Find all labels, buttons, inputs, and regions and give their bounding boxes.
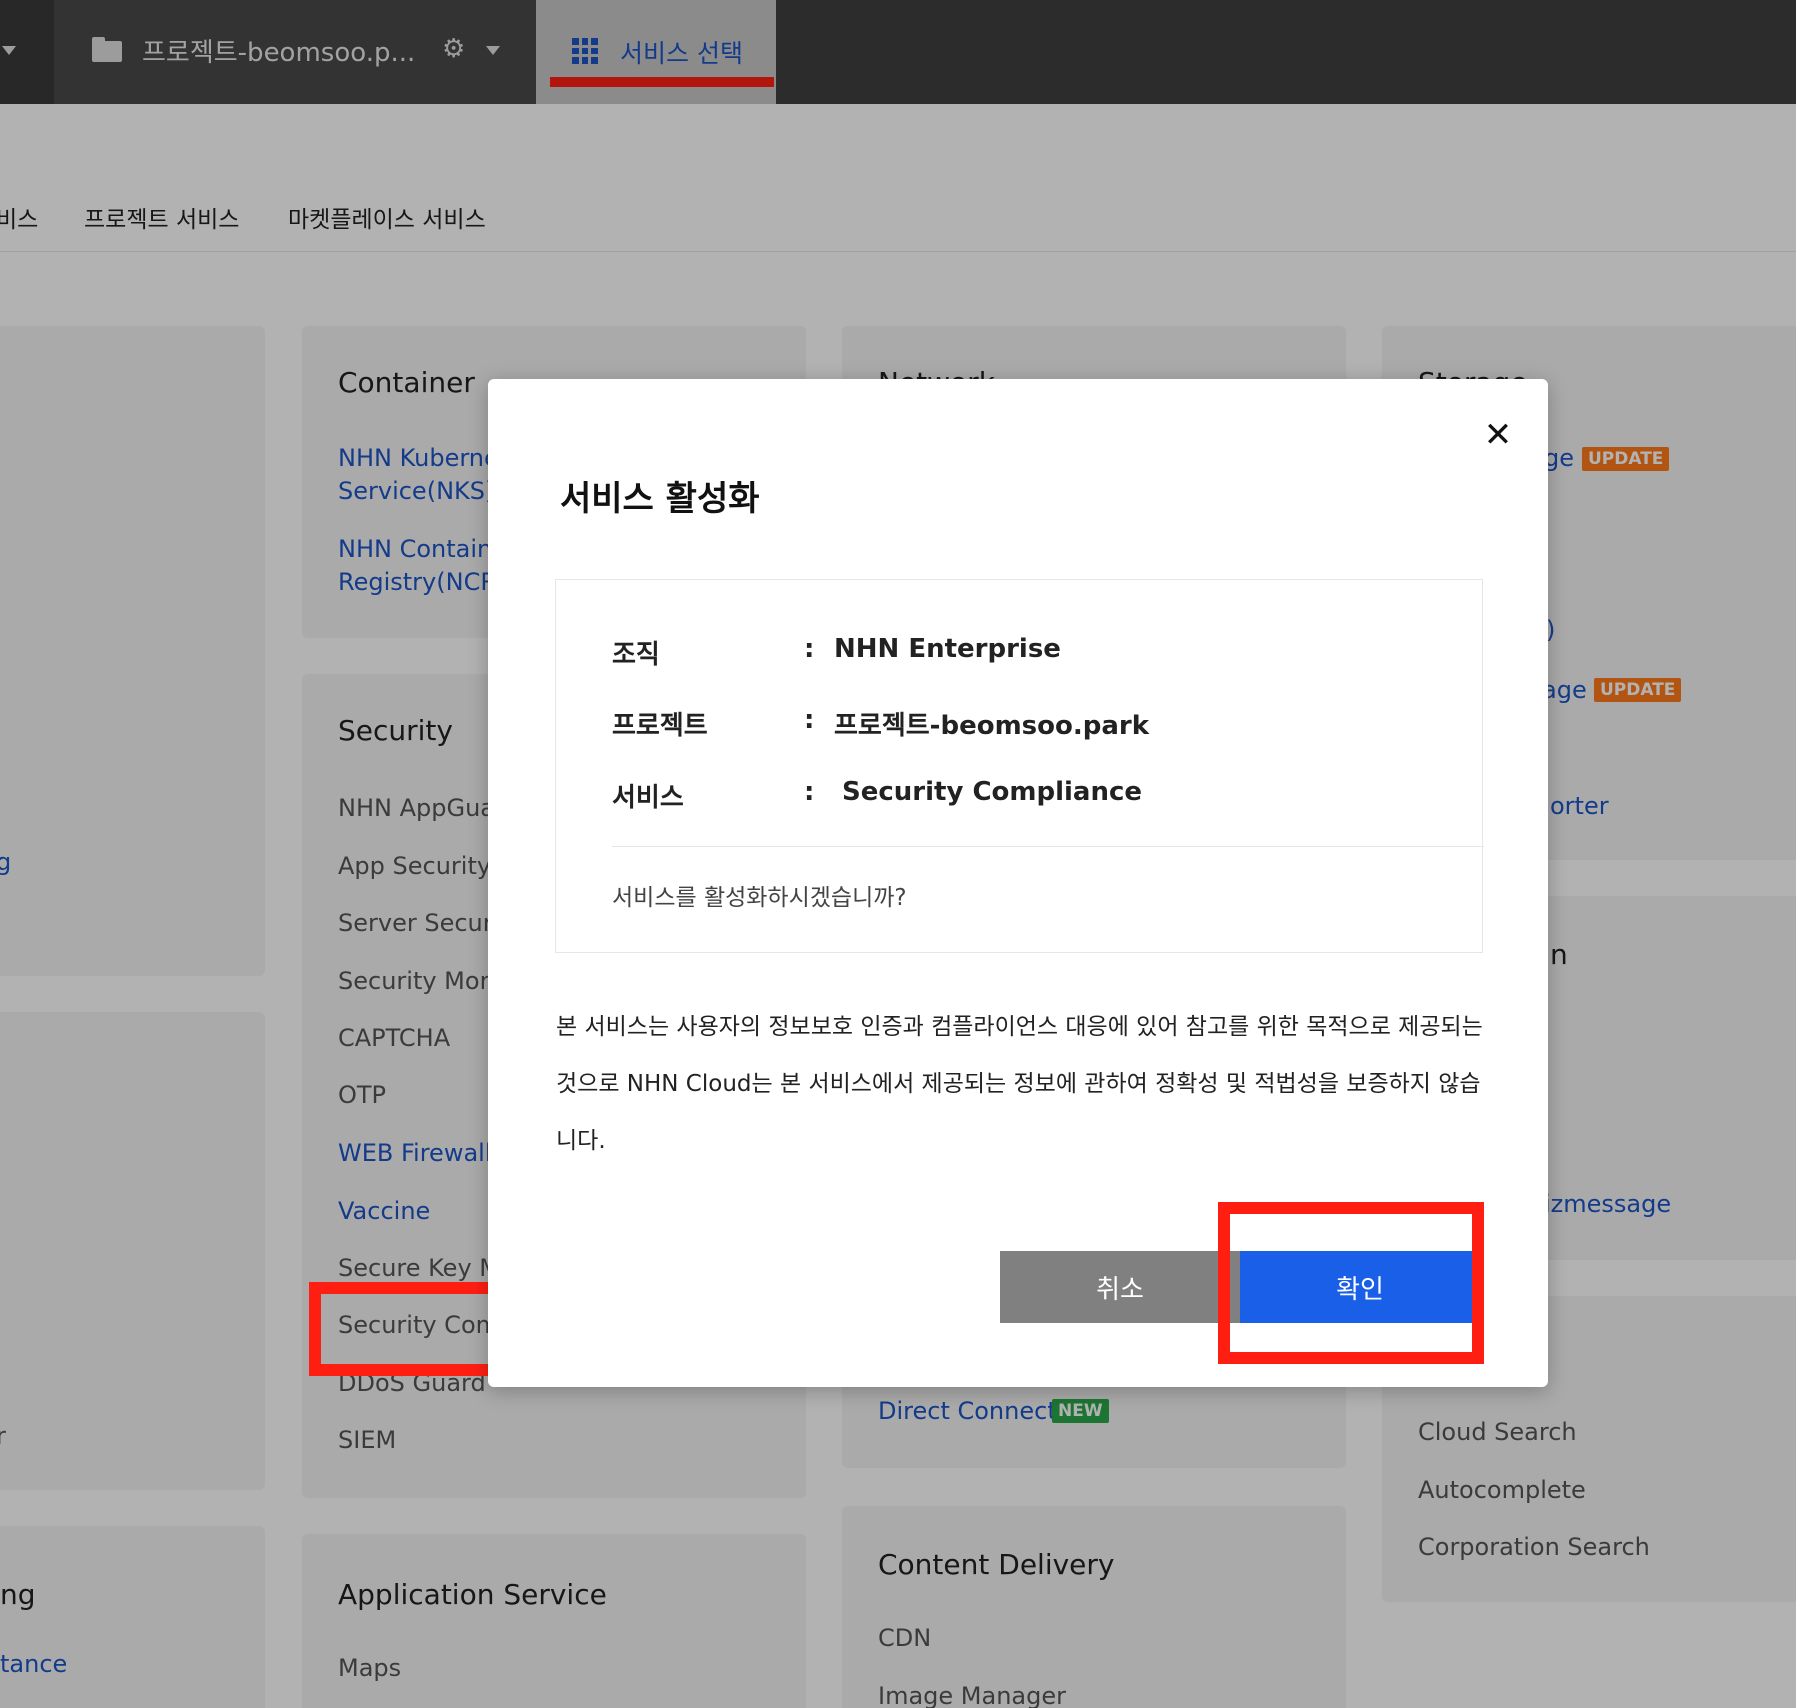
info-label: 프로젝트 (612, 711, 708, 741)
divider (612, 846, 1484, 847)
info-value: Security Compliance (842, 777, 1143, 807)
service-info-box: 조직 : NHN Enterprise 프로젝트 : 프로젝트-beomsoo.… (555, 579, 1484, 953)
disclaimer-text: 본 서비스는 사용자의 정보보호 인증과 컴플라이언스 대응에 있어 참고를 위… (556, 1014, 1483, 1154)
info-colon: : (804, 705, 815, 735)
dialog-title: 서비스 활성화 (560, 479, 760, 519)
info-label: 조직 (612, 640, 660, 670)
info-label: 서비스 (612, 783, 684, 813)
info-row-project: 프로젝트 : 프로젝트-beomsoo.park (612, 705, 1472, 745)
confirm-question: 서비스를 활성화하시겠습니까? (612, 885, 907, 911)
cancel-button[interactable]: 취소 (1000, 1251, 1240, 1323)
info-row-organization: 조직 : NHN Enterprise (612, 634, 1472, 674)
highlight-box-confirm (1218, 1202, 1484, 1364)
close-icon[interactable]: ✕ (1478, 415, 1518, 455)
info-colon: : (804, 777, 815, 807)
info-value: NHN Enterprise (834, 634, 1061, 664)
info-colon: : (804, 634, 815, 664)
info-value: 프로젝트-beomsoo.park (834, 711, 1150, 741)
info-row-service: 서비스 : Security Compliance (612, 777, 1472, 817)
